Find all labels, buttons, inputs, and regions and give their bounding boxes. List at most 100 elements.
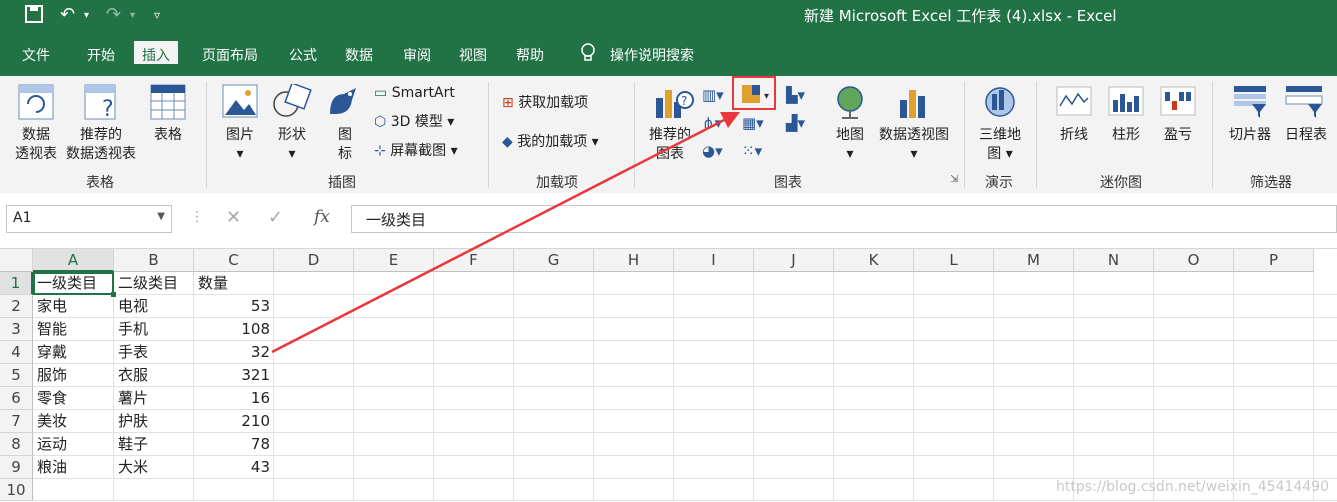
- pivot-chart-button[interactable]: 数据透视图 ▾: [874, 126, 954, 164]
- svg-text:▾: ▾: [764, 91, 769, 102]
- cell-b6[interactable]: 薯片: [114, 387, 194, 410]
- tab-data[interactable]: 数据: [345, 45, 373, 65]
- fill-handle[interactable]: [111, 292, 116, 297]
- waterfall-chart-icon[interactable]: ▙▾: [786, 86, 805, 104]
- cell-c10[interactable]: [194, 479, 274, 502]
- icons-button[interactable]: 图标: [332, 126, 358, 164]
- cell-c4[interactable]: 32: [194, 341, 274, 364]
- scatter-chart-icon[interactable]: ⁙▾: [742, 142, 762, 160]
- tab-insert[interactable]: 插入: [134, 41, 178, 67]
- cell-a10[interactable]: [33, 479, 114, 502]
- timeline-label: 日程表: [1285, 127, 1327, 143]
- pie-chart-icon[interactable]: ◕▾: [702, 142, 723, 160]
- redo-dropdown-icon[interactable]: ▾: [130, 10, 135, 21]
- tab-formulas[interactable]: 公式: [289, 45, 317, 65]
- shapes-button[interactable]: 形状 ▾: [270, 126, 314, 164]
- cell-b8[interactable]: 鞋子: [114, 433, 194, 456]
- cell-a7[interactable]: 美妆: [33, 410, 114, 433]
- 3d-map-button[interactable]: 三维地图 ▾: [974, 126, 1026, 164]
- get-addins-button[interactable]: ⊞ 获取加载项: [502, 94, 588, 113]
- cell-b3[interactable]: 手机: [114, 318, 194, 341]
- separator: [1212, 82, 1213, 188]
- tab-review[interactable]: 审阅: [403, 45, 431, 65]
- cell-c5[interactable]: 321: [194, 364, 274, 387]
- stock-chart-icon[interactable]: ▟▾: [786, 114, 805, 132]
- enter-icon[interactable]: ✓: [268, 207, 283, 228]
- group-tours-label: 演示: [985, 175, 1013, 191]
- smartart-button[interactable]: ▭ SmartArt: [374, 84, 455, 103]
- column-chart-icon[interactable]: ▥▾: [702, 86, 724, 104]
- cell-b1[interactable]: 二级类目: [114, 272, 194, 295]
- formula-bar: A1 ▼ ⋮ ✕ ✓ fx 一级类目: [0, 193, 1337, 249]
- tab-help[interactable]: 帮助: [516, 45, 544, 65]
- customize-qat-icon[interactable]: ▿: [154, 8, 160, 22]
- 3d-model-button[interactable]: ⬡ 3D 模型 ▾: [374, 113, 454, 132]
- cell-b9[interactable]: 大米: [114, 456, 194, 479]
- cell-c7[interactable]: 210: [194, 410, 274, 433]
- cell-c2[interactable]: 53: [194, 295, 274, 318]
- cell-c3[interactable]: 108: [194, 318, 274, 341]
- recommended-pivot-button[interactable]: 推荐的 数据透视表: [62, 126, 140, 164]
- undo-dropdown-icon[interactable]: ▾: [84, 10, 89, 21]
- cell-b10[interactable]: [114, 479, 194, 502]
- highlighted-chart-button[interactable]: ▾: [732, 76, 776, 110]
- recommended-charts-button[interactable]: 推荐的 图表: [644, 126, 696, 164]
- slicer-label: 切片器: [1229, 127, 1271, 143]
- cell-a9[interactable]: 粮油: [33, 456, 114, 479]
- sparkline-line-button[interactable]: 折线: [1052, 126, 1096, 145]
- timeline-button[interactable]: 日程表: [1278, 126, 1334, 145]
- cancel-icon[interactable]: ✕: [226, 207, 241, 228]
- combo-chart-icon[interactable]: ▦▾: [742, 114, 764, 132]
- pivot-table-label: 数据: [22, 127, 50, 143]
- cell-c1[interactable]: 数量: [194, 272, 274, 295]
- slicer-button[interactable]: 切片器: [1224, 126, 1276, 145]
- screenshot-icon: ⊹: [374, 143, 386, 159]
- cell-b7[interactable]: 护肤: [114, 410, 194, 433]
- cell-b4[interactable]: 手表: [114, 341, 194, 364]
- cell-c9[interactable]: 43: [194, 456, 274, 479]
- my-addins-button[interactable]: ◆ 我的加载项 ▾: [502, 133, 599, 152]
- smartart-label: SmartArt: [391, 85, 455, 101]
- screenshot-button[interactable]: ⊹ 屏幕截图 ▾: [374, 142, 458, 161]
- group-filters-label: 筛选器: [1250, 175, 1292, 191]
- group-illustrations-label: 插图: [328, 175, 356, 191]
- sparkline-column-label: 柱形: [1112, 127, 1140, 143]
- recommended-pivot-label: 推荐的: [80, 127, 122, 143]
- table-button[interactable]: 表格: [146, 126, 190, 145]
- tab-home[interactable]: 开始: [87, 45, 115, 65]
- cell-a6[interactable]: 零食: [33, 387, 114, 410]
- pictures-button[interactable]: 图片 ▾: [218, 126, 262, 164]
- cell-a8[interactable]: 运动: [33, 433, 114, 456]
- tab-file[interactable]: 文件: [22, 45, 50, 65]
- dialog-launcher-icon[interactable]: ⇲: [950, 174, 958, 185]
- save-icon[interactable]: [24, 4, 44, 29]
- cell-a5[interactable]: 服饰: [33, 364, 114, 387]
- sparkline-column-button[interactable]: 柱形: [1104, 126, 1148, 145]
- pivot-table-button[interactable]: 数据 透视表: [10, 126, 62, 164]
- svg-text:?: ?: [102, 97, 114, 120]
- formula-input[interactable]: 一级类目: [351, 205, 1337, 233]
- undo-icon[interactable]: ↶: [60, 4, 75, 25]
- tell-me-search[interactable]: 操作说明搜索: [610, 45, 694, 65]
- name-box[interactable]: A1 ▼: [6, 205, 172, 233]
- worksheet-grid[interactable]: ABCDEFGHIJKLMNOP 1 2 3 4 5 6 7 8 9 10 一级类目 二级类目 数量家…: [0, 249, 1337, 501]
- smartart-icon: ▭: [374, 85, 388, 101]
- cell-a2[interactable]: 家电: [33, 295, 114, 318]
- redo-icon[interactable]: ↷: [106, 4, 121, 25]
- cell-a3[interactable]: 智能: [33, 318, 114, 341]
- tab-view[interactable]: 视图: [459, 45, 487, 65]
- maps-button[interactable]: 地图 ▾: [830, 126, 870, 164]
- cell-b5[interactable]: 衣服: [114, 364, 194, 387]
- tab-page-layout[interactable]: 页面布局: [202, 45, 258, 65]
- slicer-icon: [1234, 86, 1266, 118]
- drag-handle-icon[interactable]: ⋮: [190, 209, 204, 225]
- cell-a4[interactable]: 穿戴: [33, 341, 114, 364]
- icons-label-2: 标: [338, 146, 352, 162]
- cell-b2[interactable]: 电视: [114, 295, 194, 318]
- chevron-down-icon[interactable]: ▼: [157, 211, 165, 222]
- sparkline-winloss-button[interactable]: 盈亏: [1156, 126, 1200, 145]
- cell-c6[interactable]: 16: [194, 387, 274, 410]
- insert-function-icon[interactable]: fx: [314, 207, 330, 227]
- cell-c8[interactable]: 78: [194, 433, 274, 456]
- hierarchy-chart-icon[interactable]: ⋔▾: [702, 114, 722, 132]
